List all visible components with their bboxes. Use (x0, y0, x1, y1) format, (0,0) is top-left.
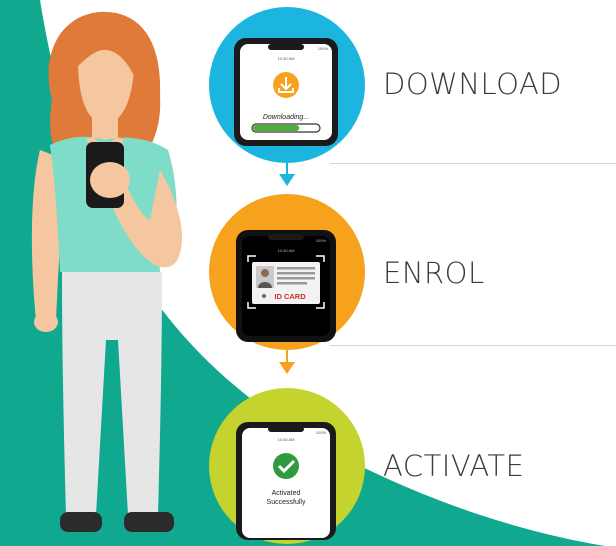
step-label-download: DOWNLOAD (383, 67, 563, 101)
status-time: 10:30 AM (278, 437, 295, 442)
battery-level: 100% (316, 430, 327, 435)
activated-caption-line1: Activated (272, 490, 301, 497)
step-label-enrol: ENROL (383, 256, 485, 290)
check-circle-icon (273, 453, 299, 479)
step-label-activate: ACTIVATE (383, 449, 525, 483)
activated-caption-line2: Successfully (267, 499, 306, 506)
